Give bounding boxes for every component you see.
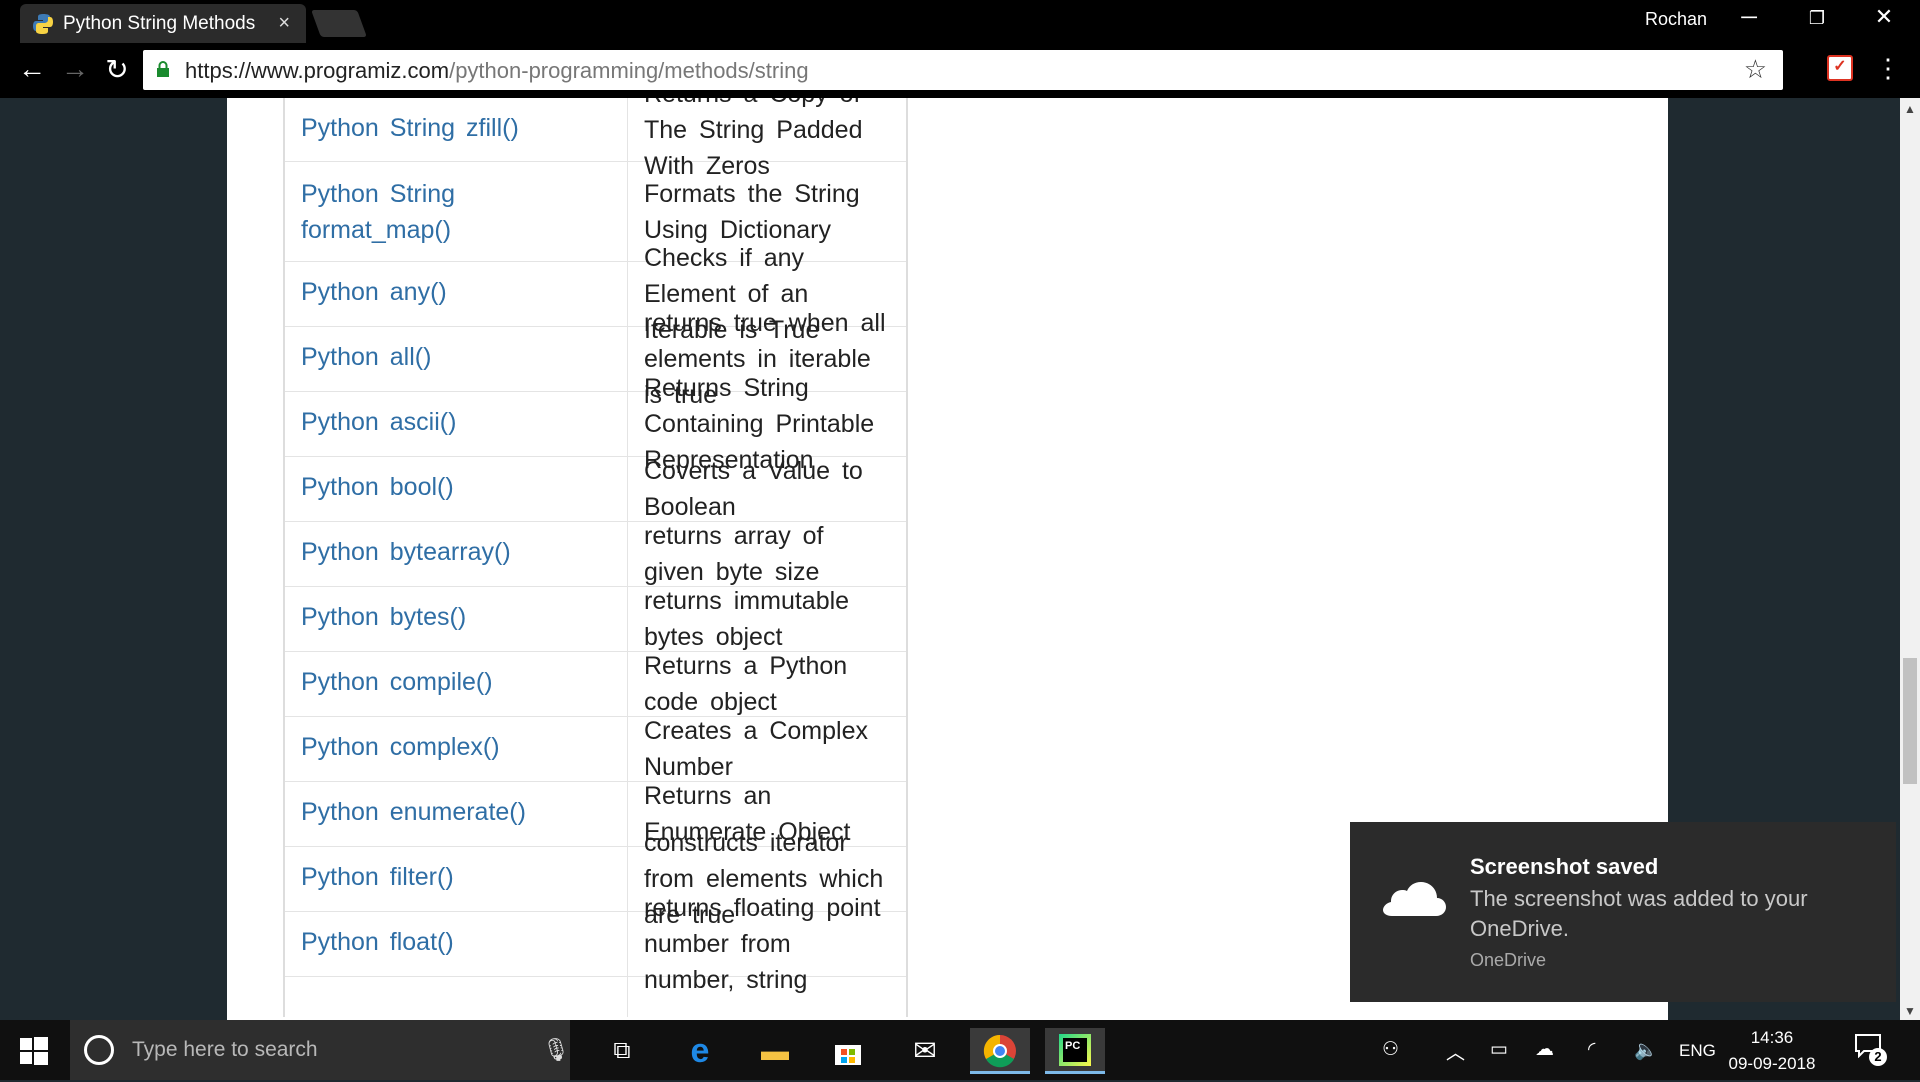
- page-scrollbar[interactable]: ▲ ▼: [1900, 98, 1920, 1020]
- show-hidden-icons-icon[interactable]: ︿: [1446, 1038, 1465, 1065]
- profile-name[interactable]: Rochan: [1645, 9, 1707, 30]
- clock-date: 09-09-2018: [1728, 1054, 1816, 1073]
- method-link[interactable]: Python float(): [285, 912, 628, 976]
- action-center-icon[interactable]: 2: [1855, 1034, 1887, 1066]
- pycharm-logo: PC: [1059, 1034, 1091, 1066]
- method-description: Creates a Complex Number: [644, 717, 868, 781]
- table-row: Python compile() Returns a Python code o…: [285, 652, 906, 717]
- clock-time: 14:36: [1750, 1028, 1794, 1047]
- chrome-logo-icon: [983, 1034, 1016, 1068]
- file-explorer-icon[interactable]: ▬: [745, 1028, 805, 1074]
- method-description: Returns a Copy of The String Padded With…: [644, 98, 863, 180]
- method-link[interactable]: Python String format_map(): [285, 162, 628, 261]
- language-indicator[interactable]: ENG: [1679, 1041, 1716, 1061]
- browser-toolbar: ← → ↻ https://www.programiz.com/python-p…: [0, 43, 1920, 98]
- onedrive-notification[interactable]: Screenshot saved The screenshot was adde…: [1350, 822, 1896, 1002]
- table-row: Python bytearray() returns array of give…: [285, 522, 906, 587]
- method-link[interactable]: Python any(): [285, 262, 628, 326]
- table-row: [285, 977, 906, 1017]
- tab-title: Python String Methods: [63, 13, 256, 34]
- pycharm-icon[interactable]: PC: [1045, 1028, 1105, 1074]
- toast-title: Screenshot saved: [1470, 854, 1659, 879]
- wifi-icon[interactable]: ◜: [1588, 1038, 1595, 1061]
- browser-titlebar: Python String Methods × Rochan ─ ❐ ✕: [0, 0, 1920, 43]
- methods-table: Python String zfill() Returns a Copy of …: [283, 98, 908, 1017]
- method-description: Coverts a Value to Boolean: [644, 457, 863, 521]
- onedrive-tray-icon[interactable]: ☁: [1535, 1038, 1554, 1061]
- method-link[interactable]: Python filter(): [285, 847, 628, 911]
- taskbar-search-box[interactable]: Type here to search 🎙: [70, 1020, 570, 1080]
- table-row: Python bool() Coverts a Value to Boolean: [285, 457, 906, 522]
- browser-tab[interactable]: Python String Methods ×: [20, 4, 306, 43]
- bookmark-star-icon[interactable]: ☆: [1744, 54, 1767, 85]
- method-link[interactable]: Python all(): [285, 327, 628, 391]
- method-link[interactable]: Python complex(): [285, 717, 628, 781]
- method-description: returns array of given byte size: [644, 522, 824, 586]
- table-row: Python bytes() returns immutable bytes o…: [285, 587, 906, 652]
- back-icon[interactable]: ←: [14, 53, 50, 85]
- table-row: Python complex() Creates a Complex Numbe…: [285, 717, 906, 782]
- windows-start-icon[interactable]: [20, 1037, 48, 1065]
- people-icon[interactable]: ⚇: [1382, 1038, 1399, 1061]
- notification-count-badge: 2: [1869, 1048, 1887, 1066]
- toast-body: The screenshot was added to your OneDriv…: [1470, 886, 1808, 941]
- python-favicon-icon: [33, 14, 53, 34]
- store-bag-icon: [835, 1045, 861, 1065]
- minimize-icon[interactable]: ─: [1729, 4, 1769, 30]
- volume-icon[interactable]: 🔈: [1634, 1038, 1658, 1062]
- method-description: Returns String Containing Printable Repr…: [644, 374, 875, 474]
- scroll-down-icon[interactable]: ▼: [1904, 1004, 1916, 1018]
- method-link[interactable]: Python compile(): [285, 652, 628, 716]
- pocket-extension-icon[interactable]: ✓: [1827, 55, 1853, 81]
- lock-icon: [157, 61, 169, 77]
- method-link[interactable]: Python bytearray(): [285, 522, 628, 586]
- method-link[interactable]: Python enumerate(): [285, 782, 628, 846]
- method-link[interactable]: Python String zfill(): [285, 98, 628, 161]
- taskbar-clock[interactable]: 14:36 09-09-2018: [1724, 1025, 1820, 1077]
- edge-browser-icon[interactable]: e: [670, 1028, 730, 1074]
- table-row: Python float() returns floating point nu…: [285, 894, 906, 994]
- cortana-icon: [84, 1035, 114, 1065]
- task-view-icon[interactable]: ⧉: [592, 1028, 652, 1074]
- chrome-icon[interactable]: [970, 1028, 1030, 1074]
- scrollbar-thumb[interactable]: [1903, 658, 1917, 784]
- windows-taskbar: Type here to search 🎙 ⧉ e ▬ ✉ PC ⚇ ︿ ▭ ☁…: [0, 1020, 1920, 1080]
- microphone-icon[interactable]: 🎙: [542, 1037, 570, 1063]
- method-link[interactable]: Python ascii(): [285, 392, 628, 456]
- search-placeholder: Type here to search: [132, 1038, 318, 1061]
- table-cell-empty: [628, 977, 906, 1017]
- store-icon[interactable]: [818, 1028, 878, 1074]
- address-bar[interactable]: https://www.programiz.com/python-program…: [143, 50, 1783, 90]
- method-description: returns immutable bytes object: [644, 587, 850, 651]
- method-link[interactable]: Python bytes(): [285, 587, 628, 651]
- scroll-up-icon[interactable]: ▲: [1904, 102, 1916, 116]
- method-description: Returns a Python code object: [644, 652, 848, 716]
- method-link[interactable]: Python bool(): [285, 457, 628, 521]
- url-text[interactable]: https://www.programiz.com/python-program…: [185, 58, 809, 84]
- table-row: Python ascii() Returns String Containing…: [285, 374, 906, 474]
- table-cell-empty: [285, 977, 628, 1017]
- reload-icon[interactable]: ↻: [99, 53, 135, 86]
- tab-close-icon[interactable]: ×: [278, 12, 290, 35]
- new-tab-button[interactable]: [311, 10, 367, 37]
- close-window-icon[interactable]: ✕: [1864, 4, 1904, 30]
- restore-icon[interactable]: ❐: [1797, 8, 1837, 29]
- url-host: https://www.programiz.com: [185, 58, 450, 83]
- battery-icon[interactable]: ▭: [1490, 1038, 1508, 1061]
- toast-source: OneDrive: [1470, 950, 1547, 970]
- method-description: returns floating point number from numbe…: [644, 894, 881, 994]
- url-path: /python-programming/methods/string: [449, 58, 809, 83]
- table-row: Python String zfill() Returns a Copy of …: [285, 98, 906, 180]
- cloud-icon: [1383, 882, 1446, 916]
- forward-icon[interactable]: →: [57, 53, 93, 85]
- mail-icon[interactable]: ✉: [895, 1028, 955, 1074]
- browser-menu-icon[interactable]: ⋮: [1875, 53, 1901, 84]
